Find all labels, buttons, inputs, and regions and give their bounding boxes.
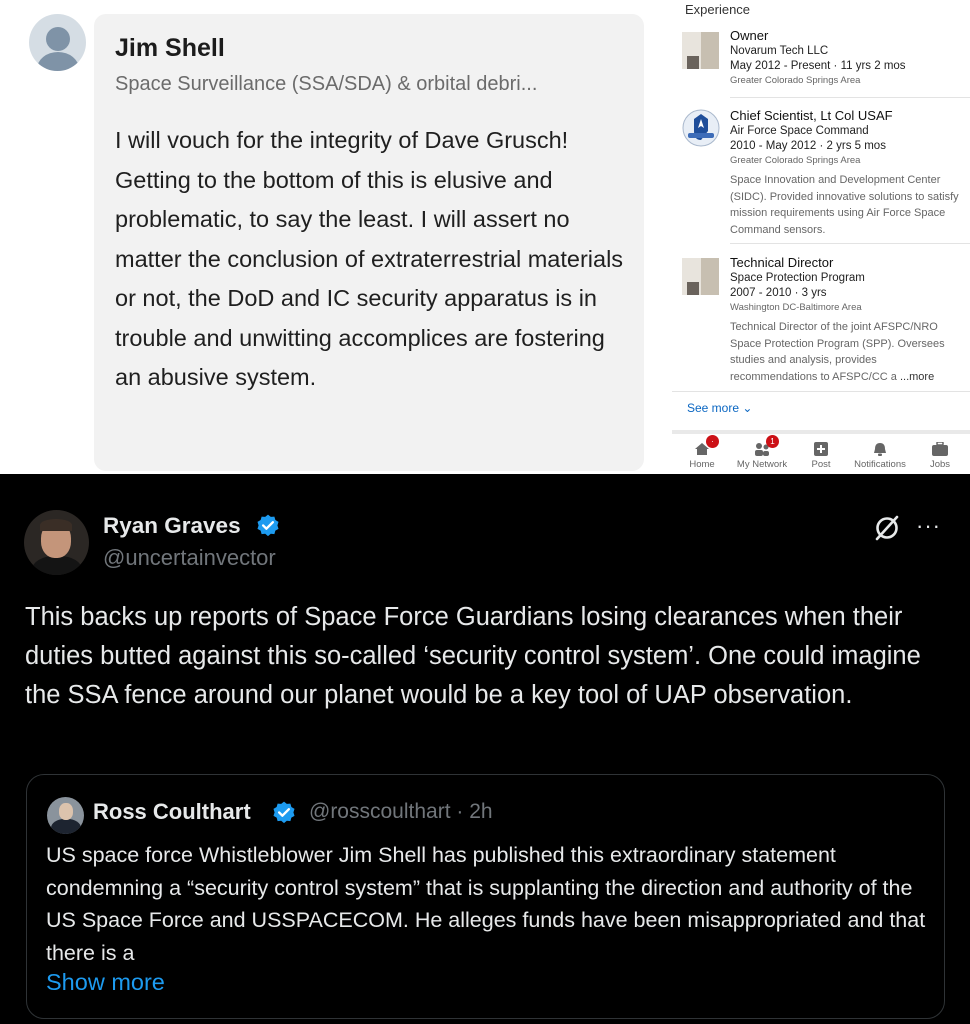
more-options-icon[interactable]: ···	[916, 513, 941, 539]
nav-jobs[interactable]: Jobs	[910, 441, 970, 470]
job-dates: 2010 - May 2012 · 2 yrs 5 mos	[730, 140, 886, 152]
comment-headline: Space Surveillance (SSA/SDA) & orbital d…	[115, 73, 538, 95]
comment-panel: Jim Shell Space Surveillance (SSA/SDA) &…	[0, 0, 672, 474]
quoted-handle-time[interactable]: @rosscoulthart · 2h	[309, 800, 493, 824]
avatar[interactable]	[47, 797, 84, 834]
bottom-nav: · Home 1 My Network Post Notifications J…	[672, 430, 970, 474]
avatar[interactable]	[24, 510, 89, 575]
nav-label: My Network	[736, 459, 788, 470]
divider	[730, 97, 970, 98]
nav-label: Post	[811, 459, 831, 470]
company-logo	[682, 258, 719, 295]
job-location: Washington DC-Baltimore Area	[730, 302, 862, 313]
quoted-tweet[interactable]: Ross Coulthart @rosscoulthart · 2h US sp…	[26, 774, 945, 1019]
comment-bubble: Jim Shell Space Surveillance (SSA/SDA) &…	[94, 14, 644, 471]
section-title: Experience	[685, 2, 751, 17]
grok-icon[interactable]	[872, 513, 902, 548]
see-more-label: See more	[687, 401, 740, 415]
job-location: Greater Colorado Springs Area	[730, 155, 861, 166]
nav-label: Notifications	[854, 459, 906, 470]
job-org: Air Force Space Command	[730, 125, 869, 137]
job-title: Chief Scientist, Lt Col USAF	[730, 108, 893, 123]
tweet-author-handle[interactable]: @uncertainvector	[103, 545, 276, 571]
quoted-text: US space force Whistleblower Jim Shell h…	[46, 843, 926, 965]
tweet-text: This backs up reports of Space Force Gua…	[25, 603, 921, 709]
nav-label: Home	[689, 459, 715, 470]
nav-home[interactable]: · Home	[672, 435, 732, 470]
nav-post[interactable]: Post	[791, 442, 851, 470]
home-icon: ·	[694, 435, 719, 456]
job-description: Technical Director of the joint AFSPC/NR…	[730, 319, 962, 385]
post-icon	[813, 442, 829, 456]
notification-badge: 1	[766, 435, 779, 448]
job-location: Greater Colorado Springs Area	[730, 75, 861, 86]
bell-icon	[872, 442, 888, 456]
job-description: Space Innovation and Development Center …	[730, 174, 959, 236]
nav-label: Jobs	[929, 459, 951, 470]
tweet-author-name[interactable]: Ryan Graves	[103, 513, 241, 539]
nav-notifications[interactable]: Notifications	[850, 442, 910, 470]
briefcase-icon	[932, 441, 948, 456]
job-org: Space Protection Program	[730, 272, 865, 284]
job-dates: May 2012 - Present · 11 yrs 2 mos	[730, 60, 906, 72]
verified-badge-icon	[255, 513, 281, 544]
see-more-link[interactable]: See more ⌄	[687, 401, 752, 415]
chevron-down-icon: ⌄	[742, 401, 753, 415]
job-title: Owner	[730, 28, 769, 43]
comment-text: I will vouch for the integrity of Dave G…	[115, 127, 624, 390]
comment-author[interactable]: Jim Shell	[115, 34, 225, 63]
linkedin-screenshot: Jim Shell Space Surveillance (SSA/SDA) &…	[0, 0, 970, 474]
quoted-author-name[interactable]: Ross Coulthart	[93, 799, 251, 825]
more-link[interactable]: ...more	[900, 371, 934, 383]
nav-my-network[interactable]: 1 My Network	[732, 435, 792, 470]
network-icon: 1	[754, 435, 779, 456]
divider	[672, 391, 970, 392]
job-title: Technical Director	[730, 255, 834, 270]
experience-panel: Experience Owner Novarum Tech LLC May 20…	[672, 0, 970, 474]
air-force-seal-icon	[682, 109, 720, 147]
tweet[interactable]: Ryan Graves @uncertainvector ··· This ba…	[0, 474, 970, 1024]
job-dates: 2007 - 2010 · 3 yrs	[730, 287, 827, 299]
company-logo	[682, 32, 719, 69]
notification-badge: ·	[706, 435, 719, 448]
job-org: Novarum Tech LLC	[730, 45, 829, 57]
divider	[730, 243, 970, 244]
show-more-link[interactable]: Show more	[46, 969, 165, 996]
verified-badge-icon	[271, 800, 297, 831]
avatar[interactable]	[29, 14, 86, 71]
